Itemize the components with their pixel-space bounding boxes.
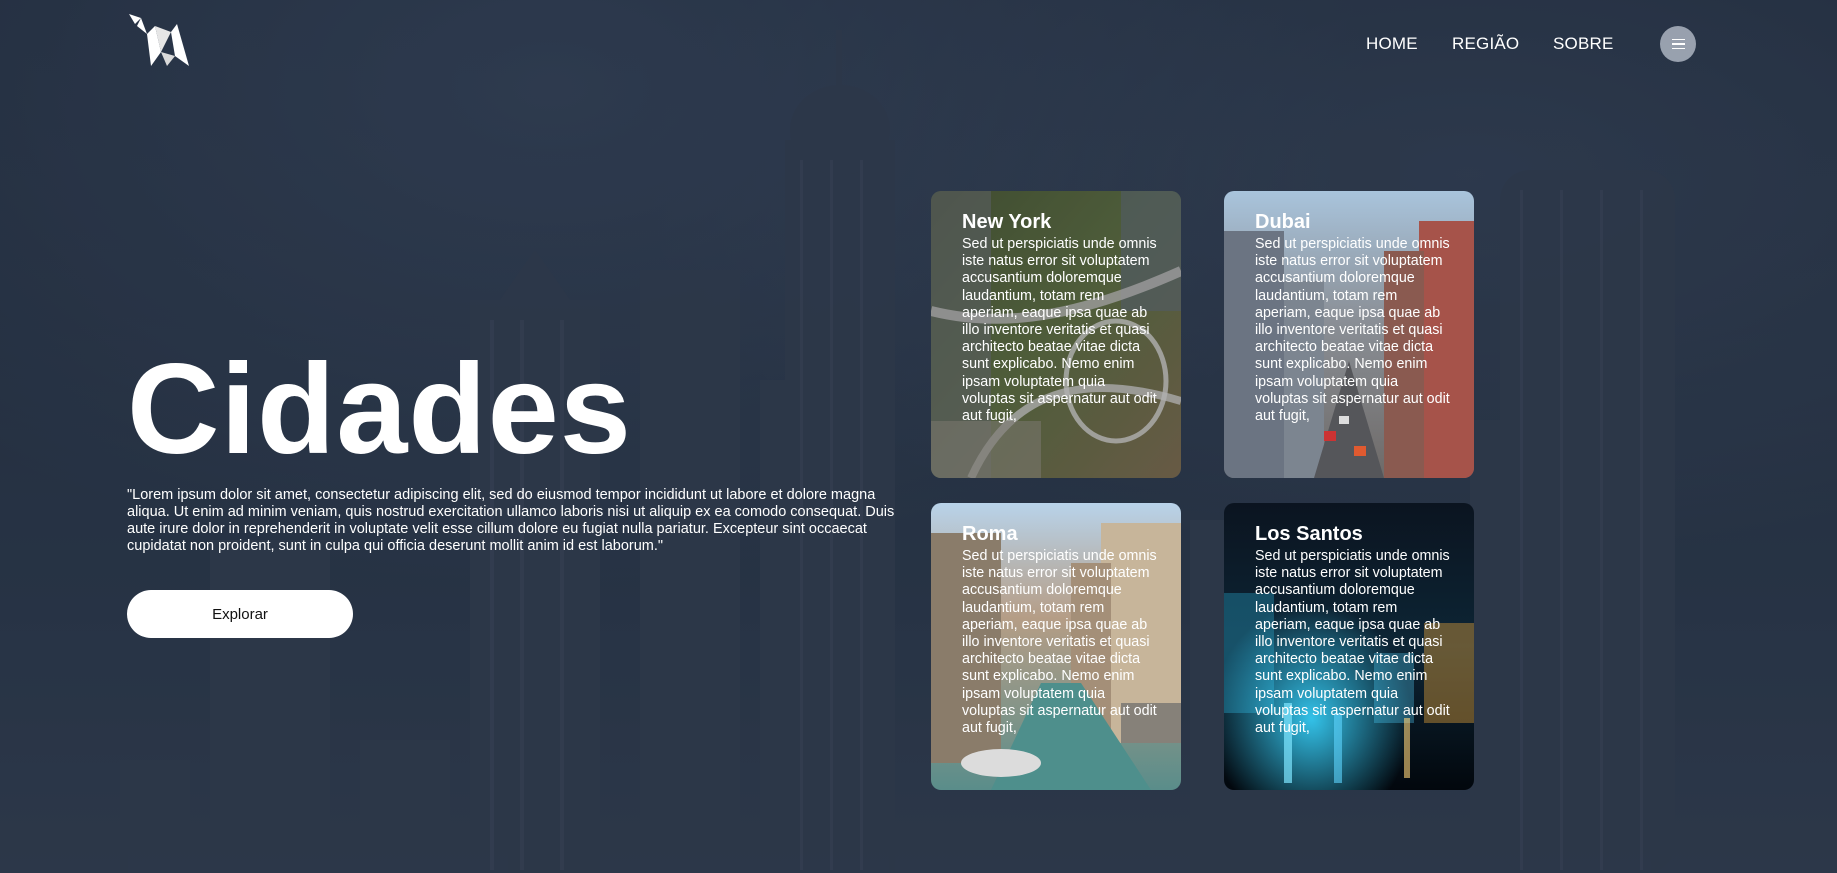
card-content: New York Sed ut perspiciatis unde omnis …	[962, 210, 1162, 425]
card-title: Roma	[962, 523, 1018, 545]
card-text: Sed ut perspiciatis unde omnis iste natu…	[1255, 548, 1450, 737]
card-text: Sed ut perspiciatis unde omnis iste natu…	[962, 548, 1157, 737]
hero-quote: "Lorem ipsum dolor sit amet, consectetur…	[127, 487, 895, 554]
city-card-roma[interactable]: Roma Sed ut perspiciatis unde omnis iste…	[931, 503, 1181, 790]
city-card-dubai[interactable]: Dubai Sed ut perspiciatis unde omnis ist…	[1224, 191, 1474, 478]
card-title: Dubai	[1255, 211, 1311, 233]
hamburger-icon	[1671, 38, 1685, 50]
card-title: New York	[962, 211, 1052, 233]
menu-button[interactable]	[1660, 26, 1696, 62]
city-card-los-santos[interactable]: Los Santos Sed ut perspiciatis unde omni…	[1224, 503, 1474, 790]
page-title: Cidades	[127, 338, 632, 481]
card-content: Dubai Sed ut perspiciatis unde omnis ist…	[1255, 210, 1455, 425]
nav-home-link[interactable]: HOME	[1366, 34, 1418, 54]
card-content: Los Santos Sed ut perspiciatis unde omni…	[1255, 522, 1455, 737]
card-text: Sed ut perspiciatis unde omnis iste natu…	[1255, 236, 1450, 425]
city-card-new-york[interactable]: New York Sed ut perspiciatis unde omnis …	[931, 191, 1181, 478]
nav-regiao-link[interactable]: REGIÃO	[1452, 34, 1519, 54]
card-text: Sed ut perspiciatis unde omnis iste natu…	[962, 236, 1157, 425]
origami-bird-logo[interactable]	[127, 12, 191, 70]
card-content: Roma Sed ut perspiciatis unde omnis iste…	[962, 522, 1162, 737]
page: HOME REGIÃO SOBRE Cidades "Lorem ipsum d…	[0, 0, 1837, 873]
card-title: Los Santos	[1255, 523, 1363, 545]
nav-sobre-link[interactable]: SOBRE	[1553, 34, 1614, 54]
explore-button[interactable]: Explorar	[127, 590, 353, 638]
